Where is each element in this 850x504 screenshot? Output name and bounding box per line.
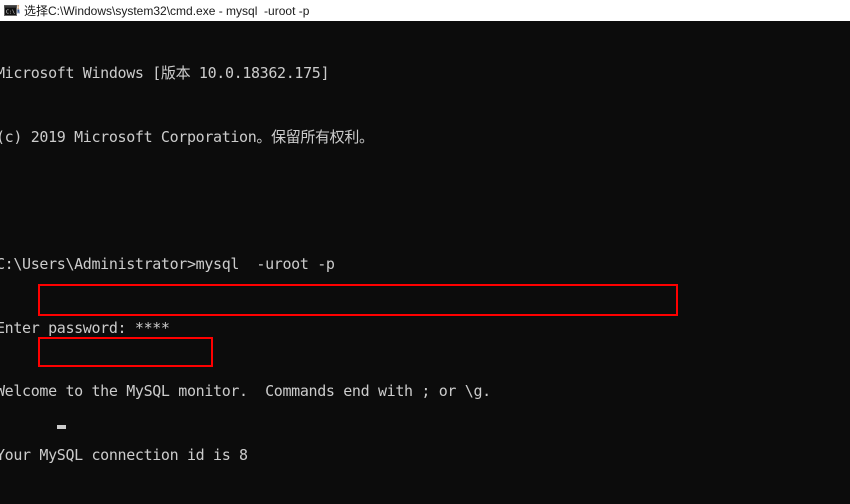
svg-text:C:\: C:\ [6,9,15,15]
terminal-cursor [57,425,66,429]
console-window-icon: C:\ [4,4,20,16]
terminal-text: Microsoft Windows [版本 10.0.18362.175] (c… [0,21,734,504]
terminal-line: Your MySQL connection id is 8 [0,445,248,464]
cmd-console-window: C:\ 选择C:\Windows\system32\cmd.exe - mysq… [0,0,850,504]
terminal-line: Enter password: **** [0,318,170,337]
terminal-line: (c) 2019 Microsoft Corporation。保留所有权利。 [0,128,374,146]
terminal-line: C:\Users\Administrator>mysql -uroot -p [0,255,335,274]
terminal-line: Welcome to the MySQL monitor. Commands e… [0,382,491,401]
terminal-output-area[interactable]: Microsoft Windows [版本 10.0.18362.175] (c… [0,21,850,504]
window-title: 选择C:\Windows\system32\cmd.exe - mysql -u… [24,3,310,18]
title-bar[interactable]: C:\ 选择C:\Windows\system32\cmd.exe - mysq… [0,0,850,21]
terminal-line: Microsoft Windows [版本 10.0.18362.175] [0,64,330,83]
